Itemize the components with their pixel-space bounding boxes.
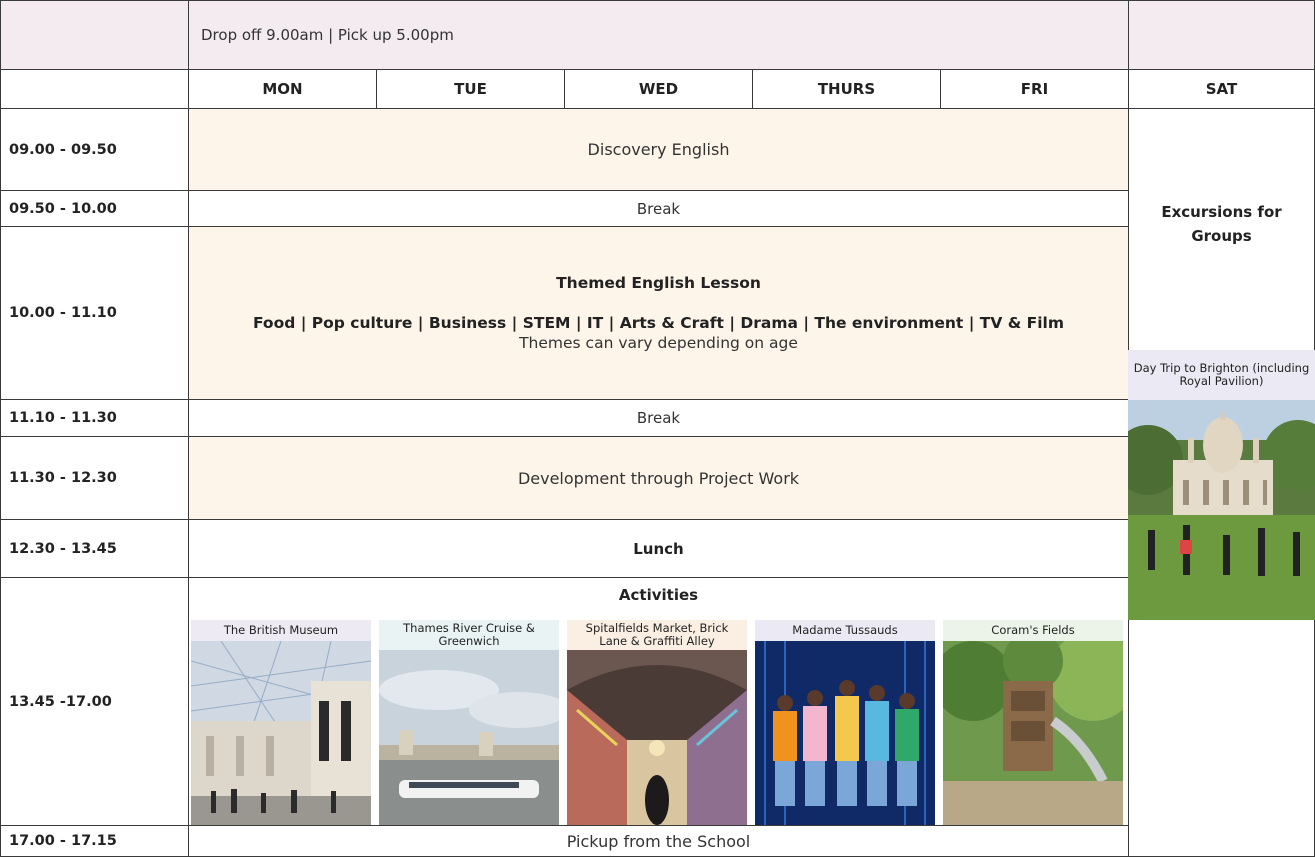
time-slot-1: 09.00 - 09.50 [0, 108, 189, 191]
time-slot-8: 17.00 - 17.15 [0, 825, 189, 857]
activity-label-madame-tussauds: Madame Tussauds [755, 620, 935, 641]
british-museum-photo [191, 641, 371, 825]
time-slot-3: 10.00 - 11.10 [0, 226, 189, 400]
session-break-2: Break [188, 399, 1129, 437]
timetable: Drop off 9.00am | Pick up 5.00pm MON TUE… [0, 0, 1315, 857]
session-themed-english: Themed English Lesson Food | Pop culture… [188, 226, 1129, 400]
time-slot-5: 11.30 - 12.30 [0, 436, 189, 520]
activity-label-spitalfields: Spitalfields Market, Brick Lane & Graffi… [567, 620, 747, 650]
day-header-thurs: THURS [752, 69, 941, 109]
drop-pick-times: Drop off 9.00am | Pick up 5.00pm [188, 0, 1129, 70]
brighton-pavilion-photo [1128, 400, 1315, 620]
madame-tussauds-photo [755, 641, 935, 825]
day-header-wed: WED [564, 69, 753, 109]
time-slot-2: 09.50 - 10.00 [0, 190, 189, 227]
session-project-work: Development through Project Work [188, 436, 1129, 520]
day-header-tue: TUE [376, 69, 565, 109]
activities-title: Activities [618, 586, 699, 604]
saturday-trip-label: Day Trip to Brighton (including Royal Pa… [1128, 350, 1315, 400]
saturday-excursions-title: Excursions for Groups [1161, 203, 1282, 245]
graffiti-tunnel-photo [567, 650, 747, 825]
corams-fields-photo [943, 641, 1123, 825]
themed-lesson-title: Themed English Lesson [556, 274, 761, 292]
time-slot-4: 11.10 - 11.30 [0, 399, 189, 437]
header-sat-cell [1128, 0, 1315, 70]
day-header-corner [0, 69, 189, 109]
activity-label-thames-cruise: Thames River Cruise & Greenwich [379, 620, 559, 650]
session-break-1: Break [188, 190, 1129, 227]
day-header-fri: FRI [940, 69, 1129, 109]
header-corner-cell [0, 0, 189, 70]
activity-label-corams-fields: Coram's Fields [943, 620, 1123, 641]
session-pickup: Pickup from the School [188, 825, 1129, 857]
thames-cruise-photo [379, 650, 559, 825]
session-discovery-english: Discovery English [188, 108, 1129, 191]
themed-lesson-list: Food | Pop culture | Business | STEM | I… [252, 314, 1065, 332]
time-slot-7: 13.45 -17.00 [0, 577, 189, 826]
time-slot-6: 12.30 - 13.45 [0, 519, 189, 578]
session-lunch: Lunch [188, 519, 1129, 578]
themed-lesson-note: Themes can vary depending on age [519, 334, 798, 352]
day-header-sat: SAT [1128, 69, 1315, 109]
day-header-mon: MON [188, 69, 377, 109]
activity-label-british-museum: The British Museum [191, 620, 371, 641]
